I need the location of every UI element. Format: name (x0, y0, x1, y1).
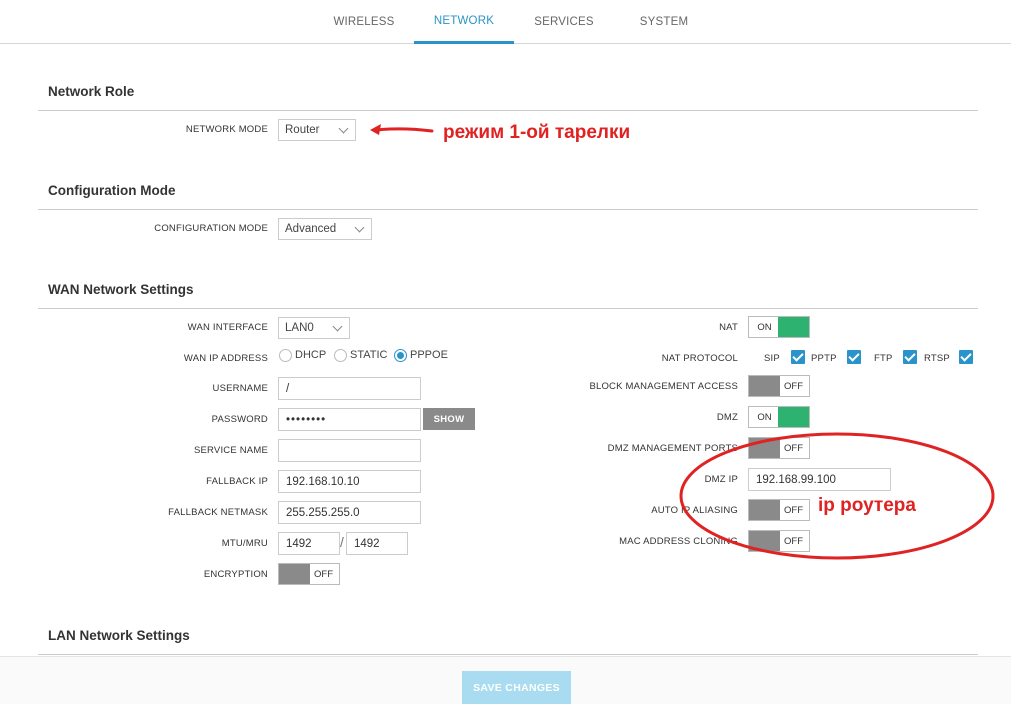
nat-protocol-ftp-label: FTP (874, 353, 893, 364)
toggle-knob (778, 407, 809, 427)
configuration-mode-value: Advanced (285, 223, 337, 235)
fallback-ip-value: 192.168.10.10 (286, 475, 360, 488)
nat-protocol-ftp-checkbox[interactable] (903, 350, 917, 364)
wan-ip-address-label: WAN IP ADDRESS (183, 353, 268, 364)
arrow-left-icon (370, 124, 434, 135)
configuration-mode-select[interactable]: Advanced (278, 218, 372, 240)
save-changes-button[interactable]: SAVE CHANGES (462, 671, 571, 704)
fallback-netmask-value: 255.255.255.0 (286, 506, 360, 519)
network-mode-select[interactable]: Router (278, 119, 356, 141)
radio-dhcp[interactable] (279, 349, 292, 362)
encryption-toggle[interactable]: OFF (278, 563, 340, 585)
dmz-state: ON (757, 411, 772, 423)
chevron-down-icon (332, 321, 343, 332)
chevron-down-icon (354, 222, 365, 233)
block-management-access-toggle[interactable]: OFF (748, 375, 810, 397)
show-password-button[interactable]: SHOW (423, 408, 475, 430)
nat-protocol-sip-label: SIP (764, 353, 780, 364)
wan-interface-select[interactable]: LAN0 (278, 317, 350, 339)
network-mode-value: Router (285, 124, 320, 136)
fallback-netmask-input[interactable]: 255.255.255.0 (278, 501, 421, 524)
username-input[interactable]: / (278, 377, 421, 400)
service-name-input[interactable] (278, 439, 421, 462)
username-value: / (286, 382, 290, 395)
section-title-lan: LAN Network Settings (48, 628, 190, 643)
fallback-ip-input[interactable]: 192.168.10.10 (278, 470, 421, 493)
radio-pppoe[interactable] (394, 349, 407, 362)
section-title-configuration-mode: Configuration Mode (48, 183, 176, 198)
nat-state: ON (757, 321, 772, 333)
nat-protocol-sip-checkbox[interactable] (791, 350, 805, 364)
block-management-access-label: BLOCK MANAGEMENT ACCESS (589, 381, 738, 392)
radio-static[interactable] (334, 349, 347, 362)
toggle-knob (749, 376, 780, 396)
section-title-wan: WAN Network Settings (48, 282, 194, 297)
toggle-knob (279, 564, 310, 584)
wan-interface-value: LAN0 (285, 322, 314, 334)
mtu-input[interactable]: 1492 (278, 532, 340, 555)
nat-protocol-pptp-checkbox[interactable] (847, 350, 861, 364)
toggle-knob (778, 317, 809, 337)
radio-static-label: STATIC (350, 349, 388, 361)
password-value: •••••••• (286, 413, 327, 426)
mtu-mru-label: MTU/MRU (221, 538, 268, 549)
dmz-toggle[interactable]: ON (748, 406, 810, 428)
dmz-label: DMZ (716, 412, 738, 423)
fallback-netmask-label: FALLBACK NETMASK (168, 507, 268, 518)
mtu-separator: / (340, 534, 344, 550)
password-label: PASSWORD (211, 414, 268, 425)
mtu-value: 1492 (286, 537, 312, 550)
nat-label: NAT (719, 322, 738, 333)
radio-pppoe-label: PPPOE (410, 349, 448, 361)
tab-services[interactable]: SERVICES (525, 0, 603, 44)
section-divider (38, 654, 978, 655)
top-nav: WIRELESS NETWORK SERVICES SYSTEM (0, 0, 1011, 44)
password-input[interactable]: •••••••• (278, 408, 421, 431)
radio-dhcp-label: DHCP (295, 349, 327, 361)
mru-value: 1492 (354, 537, 380, 550)
chevron-down-icon (338, 123, 349, 134)
encryption-state: OFF (314, 568, 333, 580)
network-mode-label: NETWORK MODE (185, 124, 268, 135)
mru-input[interactable]: 1492 (346, 532, 408, 555)
annotation-router-ip-note: ip роутера (818, 495, 916, 516)
section-divider (38, 110, 978, 111)
configuration-mode-label: CONFIGURATION MODE (154, 223, 268, 234)
tab-network[interactable]: NETWORK (414, 0, 514, 44)
nat-protocol-rtsp-checkbox[interactable] (959, 350, 973, 364)
section-title-network-role: Network Role (48, 84, 135, 99)
nat-protocol-label: NAT PROTOCOL (661, 353, 738, 364)
section-divider (38, 209, 978, 210)
tab-wireless[interactable]: WIRELESS (325, 0, 403, 44)
wan-interface-label: WAN INTERFACE (187, 322, 268, 333)
username-label: USERNAME (212, 383, 268, 394)
fallback-ip-label: FALLBACK IP (206, 476, 268, 487)
block-management-access-state: OFF (784, 380, 803, 392)
nat-protocol-pptp-label: PPTP (811, 353, 837, 364)
nat-toggle[interactable]: ON (748, 316, 810, 338)
section-divider (38, 308, 978, 309)
encryption-label: ENCRYPTION (203, 569, 268, 580)
tab-system[interactable]: SYSTEM (625, 0, 703, 44)
annotation-mode-note: режим 1-ой тарелки (443, 122, 631, 143)
service-name-label: SERVICE NAME (193, 445, 268, 456)
nat-protocol-rtsp-label: RTSP (924, 353, 950, 364)
